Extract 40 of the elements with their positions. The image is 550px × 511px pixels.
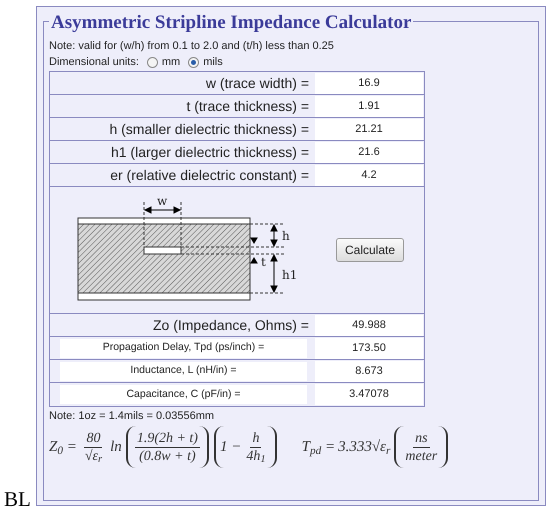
- fraction-denominator: (0.8w + t): [138, 448, 197, 464]
- radio-label[interactable]: mm: [162, 54, 180, 70]
- fraction-denominator: √ε$_{r}$: [84, 448, 104, 464]
- input-field[interactable]: 21.6: [315, 142, 423, 162]
- field-label: Propagation Delay, Tpd (ps/inch) =: [60, 338, 307, 358]
- footnote: Note: 1oz = 1.4mils = 0.03556mm: [49, 409, 216, 424]
- result-value: 8.673: [315, 360, 423, 382]
- result-value: 3.47078: [315, 384, 423, 405]
- field-label: w (trace width) =: [206, 74, 309, 93]
- radio-button[interactable]: [188, 56, 200, 68]
- input-field[interactable]: 16.9: [315, 72, 423, 94]
- input-field[interactable]: 4.2: [315, 164, 423, 186]
- field-label: h1 (larger dielectric thickness) =: [110, 142, 309, 162]
- field-label: Zo (Impedance, Ohms) =: [152, 316, 309, 335]
- formula-text: 1 −: [220, 438, 242, 457]
- radio-button[interactable]: [146, 56, 158, 68]
- result-value: 173.50: [315, 338, 423, 358]
- calculate-button[interactable]: Calculate: [336, 238, 404, 262]
- field-label: t (trace thickness) =: [186, 96, 309, 116]
- formula-text: 3.333√ε$_{r}$: [338, 438, 390, 458]
- fraction-numerator: 80: [84, 430, 102, 448]
- radio-label[interactable]: mils: [203, 54, 223, 70]
- formula-text: ln: [110, 438, 122, 457]
- input-field[interactable]: 21.21: [315, 118, 423, 140]
- field-label: h (smaller dielectric thickness) =: [109, 120, 309, 139]
- field-label: Capacitance, C (pF/in) =: [60, 385, 307, 404]
- input-field[interactable]: 1.91: [315, 96, 423, 116]
- formula-text: Z$_{0}$ =: [49, 438, 77, 458]
- corner-text: BL: [4, 487, 59, 511]
- fraction-numerator: h: [250, 430, 262, 448]
- fraction-numerator: ns: [413, 430, 430, 448]
- result-value: 49.988: [315, 314, 423, 336]
- validity-note: Note: valid for (w/h) from 0.1 to 2.0 and (t/h) less than 0.25: [49, 39, 335, 54]
- fraction-numerator: 1.9(2h + t): [134, 430, 200, 448]
- field-label: er (relative dielectric constant) =: [110, 166, 309, 185]
- formula-text: T$_{pd}$ =: [302, 438, 336, 458]
- fraction-denominator: meter: [404, 448, 438, 464]
- fraction-denominator: 4h$_{1}$: [245, 448, 267, 464]
- field-label: Inductance, L (nH/in) =: [60, 362, 307, 380]
- units-label: Dimensional units:: [49, 55, 139, 70]
